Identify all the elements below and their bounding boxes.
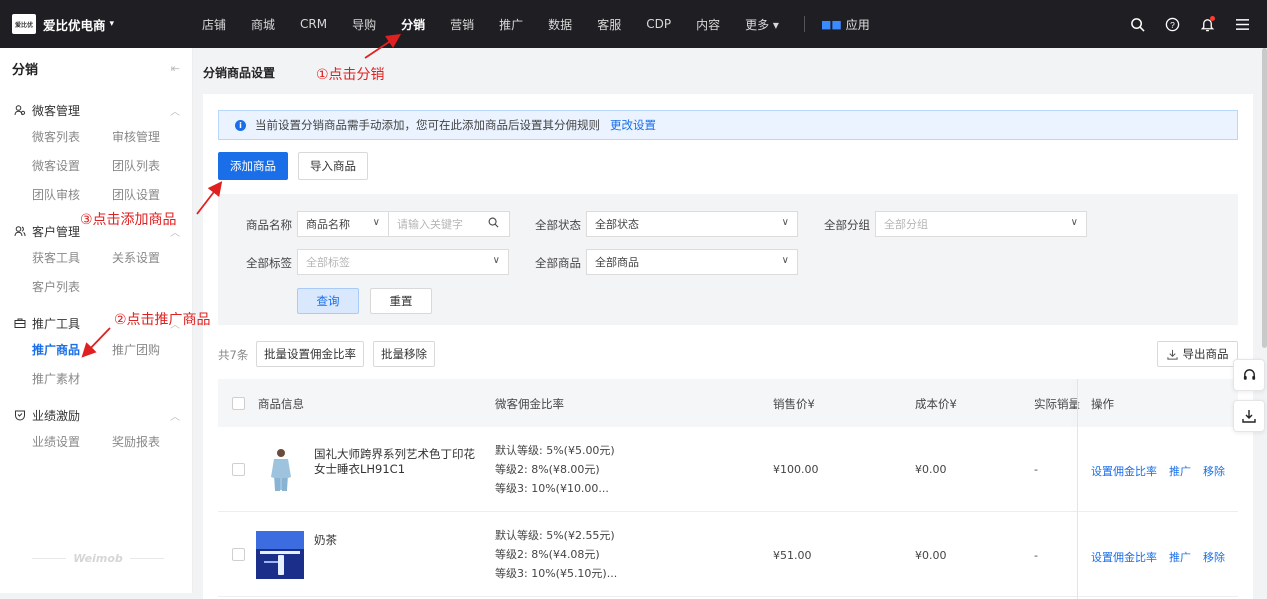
- arrow-to-add-goods: [196, 181, 223, 215]
- arrow-to-promo-goods: [81, 327, 111, 358]
- arrow-to-distribution: [364, 34, 401, 59]
- annotation-arrows: [81, 34, 401, 358]
